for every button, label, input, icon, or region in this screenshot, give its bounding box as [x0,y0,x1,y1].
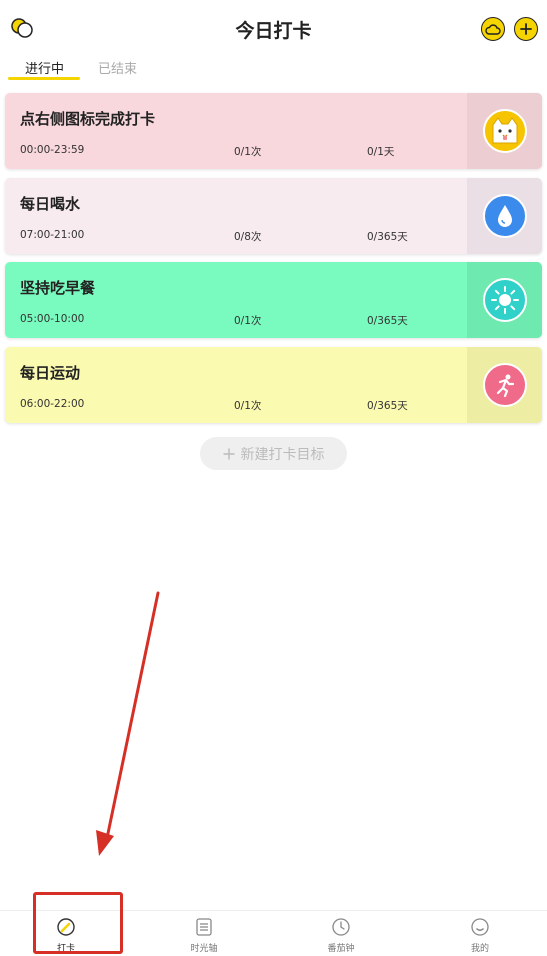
new-goal-button[interactable]: 新建打卡目标 [200,437,347,470]
tab-checkin[interactable]: 打卡 [36,917,96,954]
checkin-card[interactable]: 坚持吃早餐 05:00-10:00 0/1次 0/365天 [5,262,542,338]
card-time-range: 05:00-10:00 [20,313,85,325]
card-count: 0/8次 [234,231,262,243]
bottom-tab-bar: 打卡 时光轴 番茄钟 我的 [0,910,547,956]
plus-icon [520,23,532,35]
tab-label: 打卡 [56,944,75,954]
cat-face-icon [482,109,527,153]
tab-profile[interactable]: 我的 [450,917,510,954]
tab-ended[interactable]: 已结束 [98,58,137,77]
checkin-card[interactable]: 点右侧图标完成打卡 00:00-23:59 0/1次 0/1天 [5,93,542,169]
checkin-icon-button[interactable] [467,93,542,169]
water-drop-icon [482,194,527,238]
card-time-range: 00:00-23:59 [20,144,85,156]
tab-in-progress[interactable]: 进行中 [25,58,64,77]
card-days: 0/365天 [367,231,408,243]
timeline-icon [196,918,212,936]
checkin-card[interactable]: 每日喝水 07:00-21:00 0/8次 0/365天 [5,178,542,254]
running-icon [482,363,527,407]
header: 今日打卡 [0,0,547,58]
sun-icon [482,278,527,322]
clock-icon [332,918,350,936]
card-count: 0/1次 [234,400,262,412]
card-title: 点右侧图标完成打卡 [20,110,156,128]
active-tab-indicator [8,77,80,80]
tab-label: 我的 [470,944,489,954]
tab-pomodoro[interactable]: 番茄钟 [311,917,371,954]
card-days: 0/365天 [367,315,408,327]
checkin-icon-button[interactable] [467,347,542,423]
tab-label: 时光轴 [190,944,218,954]
profile-icon [471,918,489,936]
status-tabs: 进行中 已结束 [0,56,547,80]
page-title: 今日打卡 [235,20,312,42]
tab-timeline[interactable]: 时光轴 [174,917,234,954]
add-button[interactable] [514,17,538,41]
checkin-card[interactable]: 每日运动 06:00-22:00 0/1次 0/365天 [5,347,542,423]
card-days: 0/365天 [367,400,408,412]
card-title: 坚持吃早餐 [20,279,96,297]
card-count: 0/1次 [234,146,262,158]
checkin-icon-button[interactable] [467,178,542,254]
card-time-range: 06:00-22:00 [20,398,85,410]
checkin-icon [57,918,75,936]
card-time-range: 07:00-21:00 [20,229,85,241]
new-goal-label: 新建打卡目标 [240,446,325,463]
card-count: 0/1次 [234,315,262,327]
checkin-icon-button[interactable] [467,262,542,338]
plus-icon [222,447,235,460]
card-title: 每日喝水 [20,195,81,213]
card-title: 每日运动 [20,364,81,382]
tab-label: 番茄钟 [327,944,355,954]
cloud-icon[interactable] [481,17,505,41]
card-days: 0/1天 [367,146,395,158]
